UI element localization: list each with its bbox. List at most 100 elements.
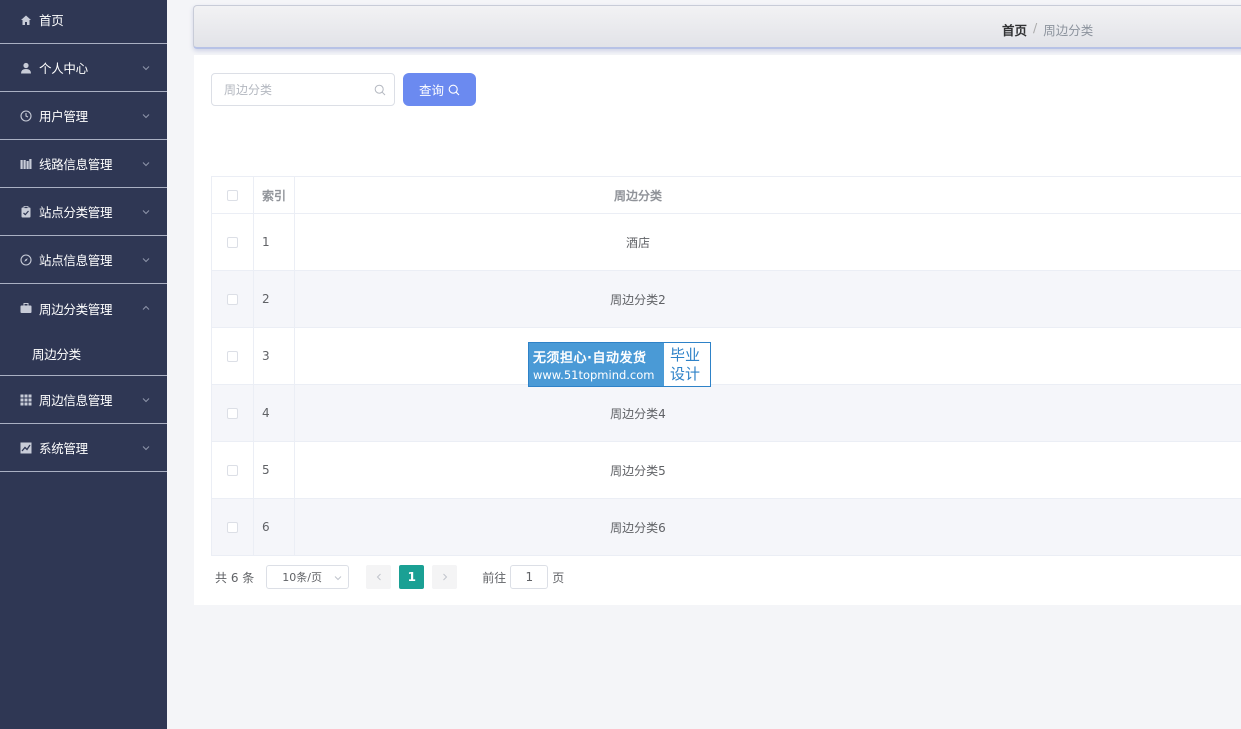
clock-icon — [20, 109, 32, 122]
breadcrumb-home[interactable]: 首页 — [1002, 20, 1027, 39]
chevron-down-icon — [142, 161, 150, 166]
row-checkbox[interactable] — [227, 464, 238, 476]
watermark-right1: 毕业 — [670, 345, 701, 364]
sidebar-item-nearby-info-management[interactable]: 周边信息管理 — [0, 376, 167, 424]
sidebar-item-label: 系统管理 — [39, 441, 88, 456]
cell-index: 6 — [254, 499, 295, 555]
table-row[interactable]: 6 周边分类6 — [211, 499, 1241, 556]
sidebar-item-label: 线路信息管理 — [39, 157, 113, 172]
select-all-cell — [212, 177, 254, 213]
select-all-checkbox[interactable] — [227, 189, 238, 201]
library-icon — [20, 158, 32, 170]
pagination: 共 6 条 10条/页 1 前往 页 — [215, 565, 564, 589]
pagination-total: 共 6 条 — [215, 570, 255, 585]
row-checkbox-cell — [212, 214, 254, 270]
table-header-row: 索引 周边分类 — [211, 177, 1241, 214]
search-input[interactable] — [224, 82, 364, 97]
table-row[interactable]: 2 周边分类2 — [211, 271, 1241, 328]
watermark-badge: 无须担心·自动发货 www.51topmind.com 毕业 设计 — [528, 342, 711, 387]
sidebar-item-label: 周边分类管理 — [39, 301, 113, 317]
search-icon — [448, 84, 460, 95]
user-icon — [20, 62, 32, 74]
goto-page-input[interactable] — [510, 565, 549, 589]
cell-index: 2 — [254, 271, 295, 327]
cell-index: 4 — [254, 385, 295, 441]
row-checkbox-cell — [212, 328, 254, 384]
chevron-up-icon — [142, 305, 150, 310]
sidebar-item-user-management[interactable]: 用户管理 — [0, 92, 167, 140]
search-field[interactable] — [211, 73, 395, 106]
watermark-right: 毕业 设计 — [664, 343, 710, 386]
cell-name: 酒店 — [625, 235, 650, 250]
chevron-down-icon — [142, 65, 150, 70]
row-checkbox[interactable] — [227, 236, 238, 248]
grid-icon — [20, 394, 32, 406]
sidebar-subitem-label: 周边分类 — [32, 347, 81, 362]
query-button-label: 查询 — [418, 83, 444, 98]
sidebar-item-label: 站点信息管理 — [39, 253, 113, 268]
chevron-down-icon — [142, 445, 150, 450]
sidebar-item-system-management[interactable]: 系统管理 — [0, 424, 167, 472]
chevron-down-icon — [142, 257, 150, 262]
table-row[interactable]: 5 周边分类5 — [211, 442, 1241, 499]
row-checkbox[interactable] — [227, 293, 238, 305]
sidebar-item-label: 首页 — [39, 13, 64, 28]
cell-name: 周边分类3 — [295, 328, 1241, 384]
page-number-button[interactable]: 1 — [399, 565, 425, 589]
sidebar-item-personal-center[interactable]: 个人中心 — [0, 44, 167, 92]
compass-icon — [20, 253, 32, 266]
goto-page: 前往 页 — [482, 565, 564, 589]
table-row[interactable]: 4 周边分类4 — [211, 385, 1241, 442]
row-checkbox-cell — [212, 442, 254, 498]
sidebar-item-nearby-category-management[interactable]: 周边分类管理 — [0, 284, 167, 332]
query-button[interactable]: 查询 — [403, 73, 476, 106]
cell-name: 周边分类2 — [610, 292, 666, 307]
sidebar-subitem-nearby-category[interactable]: 周边分类 — [0, 332, 167, 376]
row-checkbox[interactable] — [227, 521, 238, 533]
search-icon — [374, 84, 386, 96]
cell-name: 周边分类5 — [610, 463, 666, 478]
watermark-line1: 无须担心·自动发货 — [533, 351, 647, 366]
table-row[interactable]: 3 周边分类3 — [211, 328, 1241, 385]
chevron-down-icon — [142, 209, 150, 214]
row-checkbox[interactable] — [227, 350, 238, 362]
cell-name: 周边分类4 — [610, 406, 666, 421]
chevron-right-icon — [442, 573, 447, 581]
cell-name: 周边分类6 — [610, 520, 666, 535]
breadcrumb-separator: / — [1033, 20, 1038, 35]
sidebar-item-label: 个人中心 — [39, 61, 88, 76]
next-page-button[interactable] — [432, 565, 458, 589]
sidebar-item-station-category-management[interactable]: 站点分类管理 — [0, 188, 167, 236]
sidebar: 首页 个人中心 用户管理 线路信息管理 站点分类管理 站点信息管理 周边分类管理… — [0, 0, 167, 729]
chevron-down-icon — [334, 576, 342, 581]
table-row[interactable]: 1 酒店 — [211, 214, 1241, 271]
cell-index: 3 — [254, 328, 295, 384]
sidebar-item-home[interactable]: 首页 — [0, 0, 167, 44]
page-size-value: 10条/页 — [282, 571, 322, 584]
breadcrumb-current: 周边分类 — [1043, 23, 1094, 38]
goto-suffix: 页 — [552, 570, 565, 585]
briefcase-icon — [20, 302, 32, 314]
goto-prefix: 前往 — [482, 570, 507, 585]
top-header: 首页 / 周边分类 — [193, 5, 1241, 49]
chevron-down-icon — [142, 397, 150, 402]
prev-page-button[interactable] — [366, 565, 392, 589]
home-icon — [20, 14, 32, 26]
chart-icon — [20, 442, 32, 454]
row-checkbox-cell — [212, 499, 254, 555]
sidebar-item-station-info-management[interactable]: 站点信息管理 — [0, 236, 167, 284]
sidebar-item-label: 周边信息管理 — [39, 393, 113, 408]
sidebar-item-label: 用户管理 — [39, 109, 88, 124]
row-checkbox[interactable] — [227, 407, 238, 419]
watermark-left: 无须担心·自动发货 www.51topmind.com — [529, 343, 664, 386]
row-checkbox-cell — [212, 271, 254, 327]
cell-index: 1 — [254, 214, 295, 270]
row-checkbox-cell — [212, 385, 254, 441]
sidebar-item-route-management[interactable]: 线路信息管理 — [0, 140, 167, 188]
chevron-down-icon — [142, 113, 150, 118]
watermark-line2: www.51topmind.com — [533, 368, 655, 382]
data-table: 索引 周边分类 1 酒店 2 周边分类2 3 周边分类3 4 周边分类4 5 周… — [211, 176, 1241, 556]
watermark-right2: 设计 — [670, 364, 701, 383]
page-size-select[interactable]: 10条/页 — [266, 565, 350, 589]
sidebar-item-label: 站点分类管理 — [39, 205, 113, 220]
